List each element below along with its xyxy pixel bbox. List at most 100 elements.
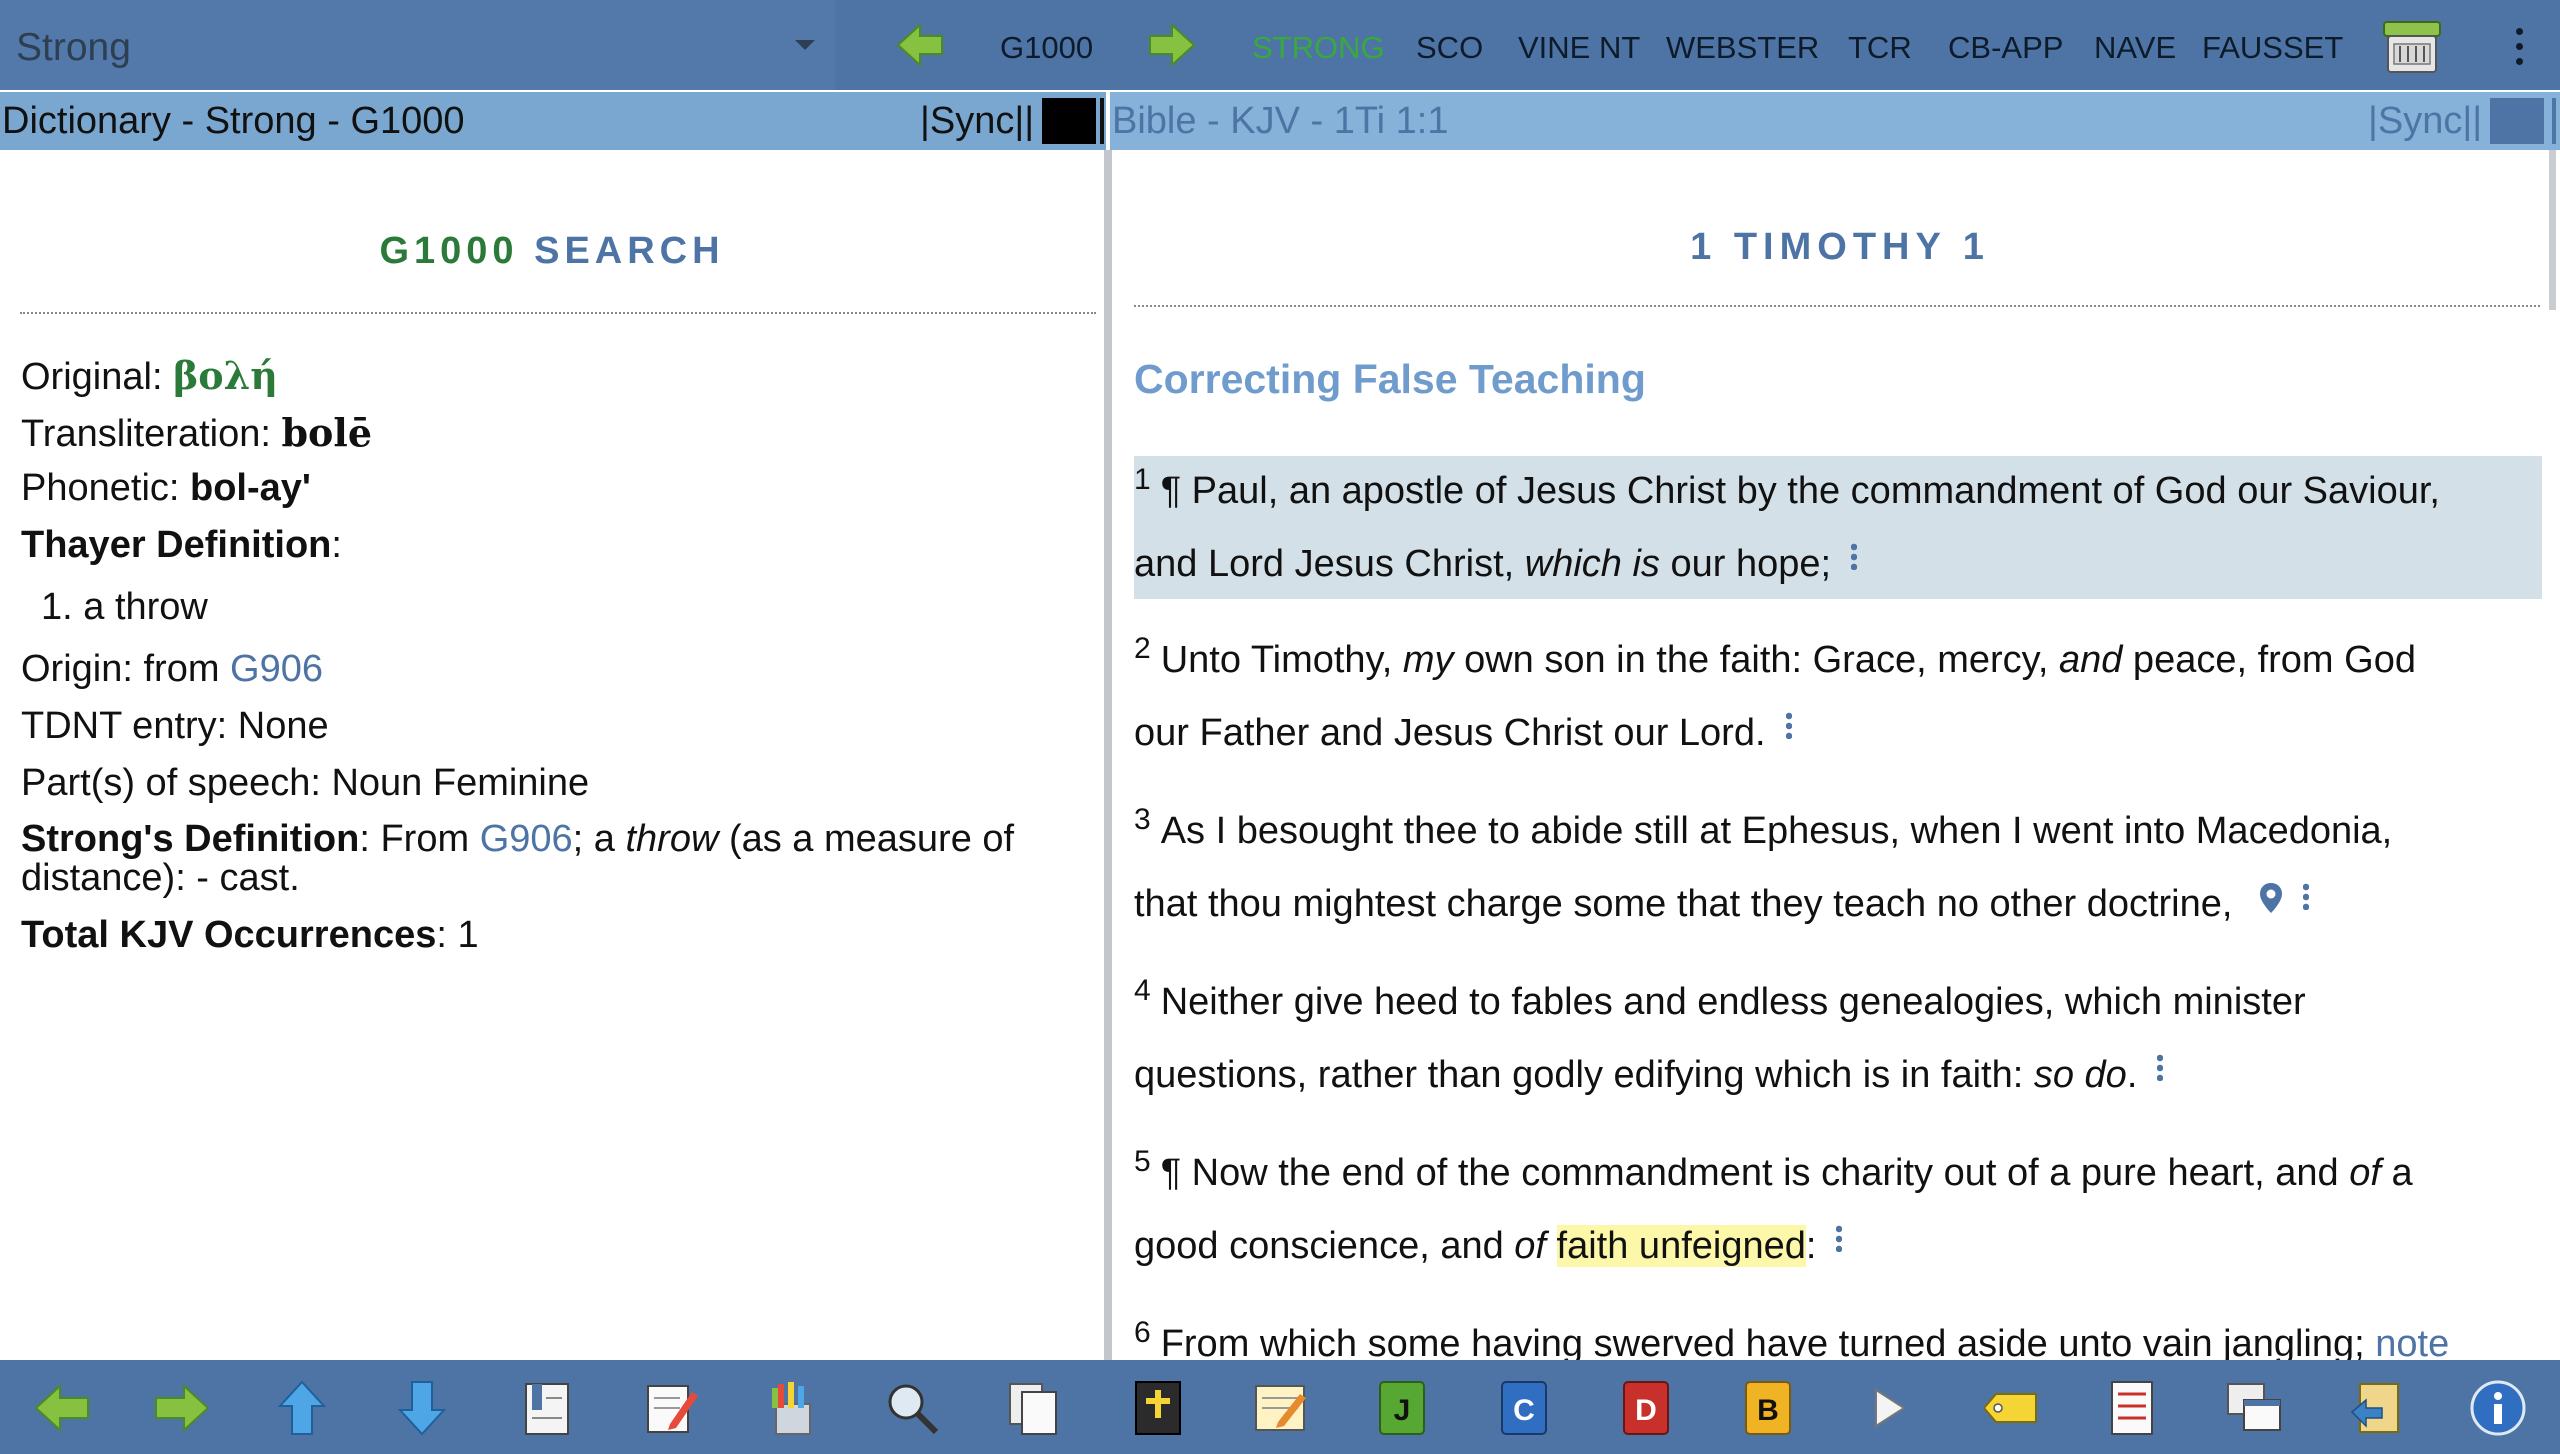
journal-icon[interactable]: J: [1372, 1378, 1432, 1438]
section-title: Correcting False Teaching: [1134, 356, 1646, 402]
top-toolbar: Strong G1000 STRONG SCO VINE NT WEBSTER …: [0, 0, 2560, 90]
book-icon[interactable]: B: [1738, 1378, 1798, 1438]
verse-1[interactable]: 1 ¶ Paul, an apostle of Jesus Christ by t…: [1134, 456, 2542, 599]
module-selector[interactable]: Strong: [0, 0, 835, 90]
store-icon[interactable]: [2380, 18, 2444, 76]
svg-text:D: D: [1635, 1394, 1657, 1427]
strongs-definition-link[interactable]: G906: [480, 818, 573, 860]
document-icon[interactable]: [2102, 1378, 2162, 1438]
play-icon[interactable]: [1858, 1378, 1918, 1438]
overflow-menu-icon[interactable]: [2516, 28, 2526, 66]
verse-number: 6: [1134, 1316, 1151, 1349]
tab-strong[interactable]: STRONG: [1252, 30, 1385, 66]
verse-number: 2: [1134, 632, 1151, 665]
scrollbar[interactable]: [2549, 150, 2556, 310]
bible-pane-header[interactable]: Bible - KJV - 1Ti 1:1 |Sync||: [1110, 92, 2560, 150]
dictionary-heading: G1000 SEARCH: [0, 230, 1104, 273]
copy-icon[interactable]: [1004, 1378, 1064, 1438]
verse-menu-icon[interactable]: [1836, 1224, 1843, 1252]
info-icon[interactable]: [2468, 1378, 2528, 1438]
tab-fausset[interactable]: FAUSSET: [2202, 30, 2343, 66]
transliteration-line: Transliteration: bolē: [21, 410, 373, 455]
verse-4[interactable]: 4 Neither give heed to fables and endless…: [1134, 967, 2542, 1110]
phonetic-line: Phonetic: bol-ay': [21, 467, 311, 509]
tab-webster[interactable]: WEBSTER: [1666, 30, 1819, 66]
svg-text:B: B: [1757, 1394, 1779, 1427]
verse-number: 3: [1134, 803, 1151, 836]
highlight-colors-icon[interactable]: [762, 1378, 822, 1438]
search-icon[interactable]: [882, 1378, 942, 1438]
strongs-definition-line: Strong's Definition: From G906; a throw …: [21, 818, 1015, 860]
heading-search-link[interactable]: SEARCH: [534, 230, 724, 272]
tab-cb-app[interactable]: CB-APP: [1948, 30, 2063, 66]
phonetic-value: bol-ay': [190, 467, 311, 509]
notes-icon[interactable]: [1250, 1378, 1310, 1438]
tag-icon[interactable]: [1980, 1378, 2040, 1438]
note-link[interactable]: note: [2375, 1323, 2449, 1360]
bookmark-icon[interactable]: [518, 1378, 578, 1438]
verse-2[interactable]: 2 Unto Timothy, my own son in the faith: …: [1134, 625, 2542, 768]
location-pin-icon[interactable]: [2259, 882, 2283, 914]
original-line: Original: βολή: [21, 353, 278, 398]
dictionary-pane: G1000 SEARCH Original: βολή Transliterat…: [0, 150, 1104, 1360]
header-divider: [2552, 98, 2556, 144]
verse-menu-icon[interactable]: [1785, 711, 1792, 739]
verse-menu-icon[interactable]: [2303, 882, 2309, 910]
back-icon[interactable]: [32, 1378, 92, 1438]
thayer-item: 1. a throw: [41, 586, 208, 628]
verse-menu-icon[interactable]: [1851, 542, 1858, 570]
bible-pane: 1 TIMOTHY 1 Correcting False Teaching 1 ¶…: [1112, 150, 2560, 1360]
sync-toggle[interactable]: |Sync||: [920, 92, 1034, 150]
up-icon[interactable]: [272, 1378, 332, 1438]
edit-note-icon[interactable]: [640, 1378, 700, 1438]
verse-number: 4: [1134, 974, 1151, 1007]
current-key-button[interactable]: G1000: [1000, 30, 1093, 66]
header-divider: [1100, 98, 1104, 144]
heading-code: G1000: [379, 230, 519, 272]
svg-text:J: J: [1394, 1394, 1411, 1427]
dictionary-pane-title: Dictionary - Strong - G1000: [2, 100, 465, 142]
divider: [20, 312, 1096, 314]
forward-icon[interactable]: [152, 1378, 212, 1438]
svg-text:C: C: [1513, 1394, 1535, 1427]
module-name: Strong: [16, 26, 131, 69]
back-history-icon[interactable]: [2346, 1378, 2406, 1438]
down-icon[interactable]: [392, 1378, 452, 1438]
pane-color-swatch[interactable]: [2490, 98, 2544, 144]
windows-icon[interactable]: [2224, 1378, 2284, 1438]
highlighted-text[interactable]: faith unfeigned: [1556, 1225, 1806, 1267]
verse-menu-icon[interactable]: [2157, 1053, 2164, 1081]
greek-word: βολή: [173, 353, 278, 398]
tab-vine-nt[interactable]: VINE NT: [1518, 30, 1640, 66]
divider: [1134, 305, 2540, 307]
pane-color-swatch[interactable]: [1042, 98, 1096, 144]
chapter-heading: 1 TIMOTHY 1: [1690, 226, 1990, 268]
bible-icon[interactable]: [1128, 1378, 1188, 1438]
pane-splitter[interactable]: [1104, 150, 1112, 1360]
tab-tcr[interactable]: TCR: [1848, 30, 1912, 66]
thayer-heading: Thayer Definition:: [21, 524, 342, 566]
sync-toggle[interactable]: |Sync||: [2368, 92, 2482, 150]
tab-sco[interactable]: SCO: [1416, 30, 1483, 66]
dictionary-pane-header[interactable]: Dictionary - Strong - G1000 |Sync||: [0, 92, 1106, 150]
total-occurrences-line: Total KJV Occurrences: 1: [21, 914, 479, 956]
tdnt-line: TDNT entry: None: [21, 705, 329, 747]
bible-pane-title: Bible - KJV - 1Ti 1:1: [1112, 100, 1449, 142]
back-arrow-icon[interactable]: [896, 22, 944, 68]
tab-nave[interactable]: NAVE: [2094, 30, 2176, 66]
forward-arrow-icon[interactable]: [1148, 22, 1196, 68]
transliteration-value: bolē: [281, 410, 373, 455]
dictionary-icon[interactable]: D: [1616, 1378, 1676, 1438]
verse-number: 5: [1134, 1145, 1151, 1178]
verse-number: 1: [1134, 463, 1151, 496]
strongs-definition-line-2: distance): - cast.: [21, 857, 300, 899]
chevron-down-icon: [795, 40, 815, 50]
verse-5[interactable]: 5 ¶ Now the end of the commandment is cha…: [1134, 1138, 2542, 1281]
verse-6[interactable]: 6 From which some having swerved have tur…: [1134, 1309, 2542, 1360]
commentary-icon[interactable]: C: [1494, 1378, 1554, 1438]
part-of-speech-line: Part(s) of speech: Noun Feminine: [21, 762, 590, 804]
verse-3[interactable]: 3 As I besought thee to abide still at Ep…: [1134, 796, 2542, 939]
bottom-toolbar: J C D B: [0, 1360, 2560, 1454]
origin-line: Origin: from G906: [21, 648, 324, 690]
origin-strong-link[interactable]: G906: [230, 648, 323, 690]
